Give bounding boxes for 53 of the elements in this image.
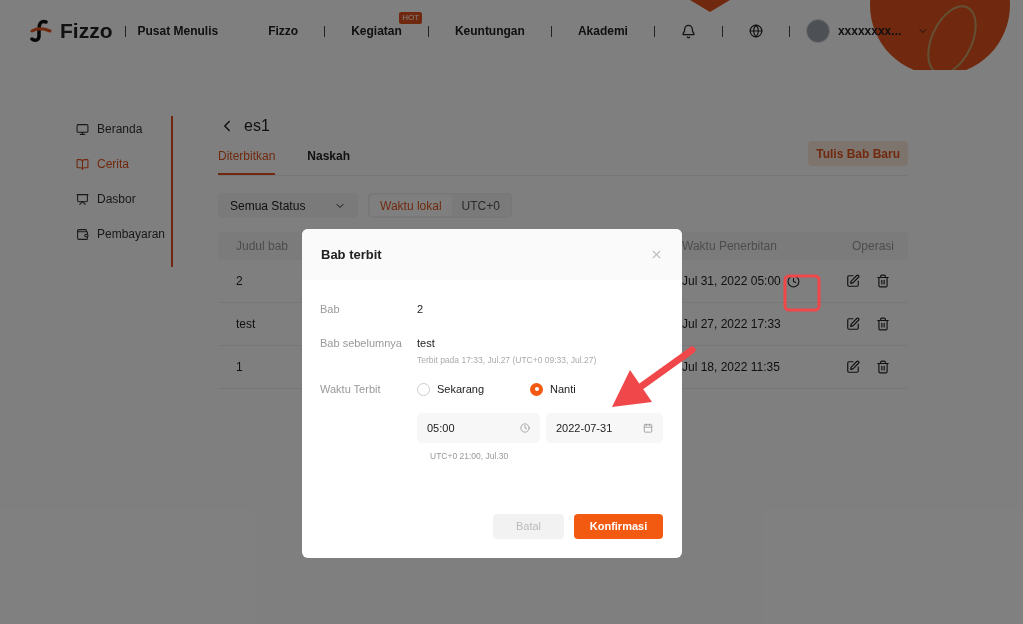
nav-link[interactable]: Fizzo [268, 24, 299, 38]
radio-label[interactable]: Nanti [550, 380, 576, 398]
chapter-value: 2 [417, 302, 424, 317]
calendar-icon [643, 423, 653, 434]
publish-time: Jul 31, 2022 05:00 [682, 273, 781, 290]
notification-icon[interactable] [680, 23, 696, 39]
nav-link[interactable]: Keuntungan [454, 24, 525, 38]
sidebar-icon [76, 227, 89, 241]
highlight-frame [783, 274, 821, 312]
site-subtitle: Pusat Menulis [137, 23, 219, 40]
sidebar-item[interactable]: Dasbor [76, 190, 171, 208]
confirm-button[interactable]: Konfirmasi [574, 514, 663, 539]
page-title: es1 [244, 116, 270, 136]
delete-icon[interactable] [876, 360, 890, 374]
timezone-toggle[interactable]: Waktu lokal [370, 195, 452, 216]
edit-icon[interactable] [846, 360, 860, 374]
tab[interactable]: Diterbitkan [218, 147, 276, 175]
edit-icon[interactable] [846, 274, 860, 288]
sidebar-item[interactable]: Cerita [76, 155, 171, 173]
nav-link[interactable]: Kegiatan [351, 24, 402, 38]
field-label: Bab [320, 302, 341, 317]
sidebar-icon [76, 122, 89, 136]
sidebar-icon [76, 157, 89, 171]
sidebar-icon [76, 192, 89, 206]
language-icon[interactable] [748, 24, 763, 38]
utc-note: UTC+0 21:00, Jul.30 [430, 450, 510, 463]
previous-chapter-value: test [417, 335, 436, 351]
field-label: Bab sebelumnya [320, 335, 403, 351]
tab[interactable]: Naskah [307, 147, 351, 175]
chapter-title: 2 [236, 274, 243, 288]
hot-badge: HOT [399, 12, 423, 24]
edit-icon[interactable] [846, 317, 860, 331]
sidebar-item[interactable]: Beranda [76, 120, 171, 138]
date-field[interactable]: 2022-07-31 [546, 413, 663, 444]
publish-note: Terbit pada 17:33, Jul.27 (UTC+0 09:33, Jul.27) [417, 354, 597, 367]
chapter-title: 1 [236, 360, 243, 374]
chapter-title: test [236, 317, 256, 331]
status-select[interactable]: Semua Status [218, 193, 358, 218]
publish-time: Jul 27, 2022 17:33 [682, 316, 781, 333]
timezone-toggle[interactable]: UTC+0 [451, 195, 510, 216]
logo-text: Fizzo [60, 18, 113, 45]
field-label: Waktu Terbit [320, 381, 382, 397]
nav-link[interactable]: Akademi [577, 24, 628, 38]
radio-button[interactable] [530, 382, 543, 396]
delete-icon[interactable] [876, 274, 890, 288]
sidebar-item[interactable]: Pembayaran [76, 225, 171, 243]
time-field[interactable]: 05:00 [417, 413, 540, 444]
logo-icon [30, 19, 52, 43]
delete-icon[interactable] [876, 317, 890, 331]
radio-label[interactable]: Sekarang [437, 380, 485, 398]
publish-time: Jul 18, 2022 11:35 [682, 359, 780, 376]
clock-icon [520, 423, 530, 434]
new-chapter-button[interactable]: Tulis Bab Baru [808, 141, 908, 166]
